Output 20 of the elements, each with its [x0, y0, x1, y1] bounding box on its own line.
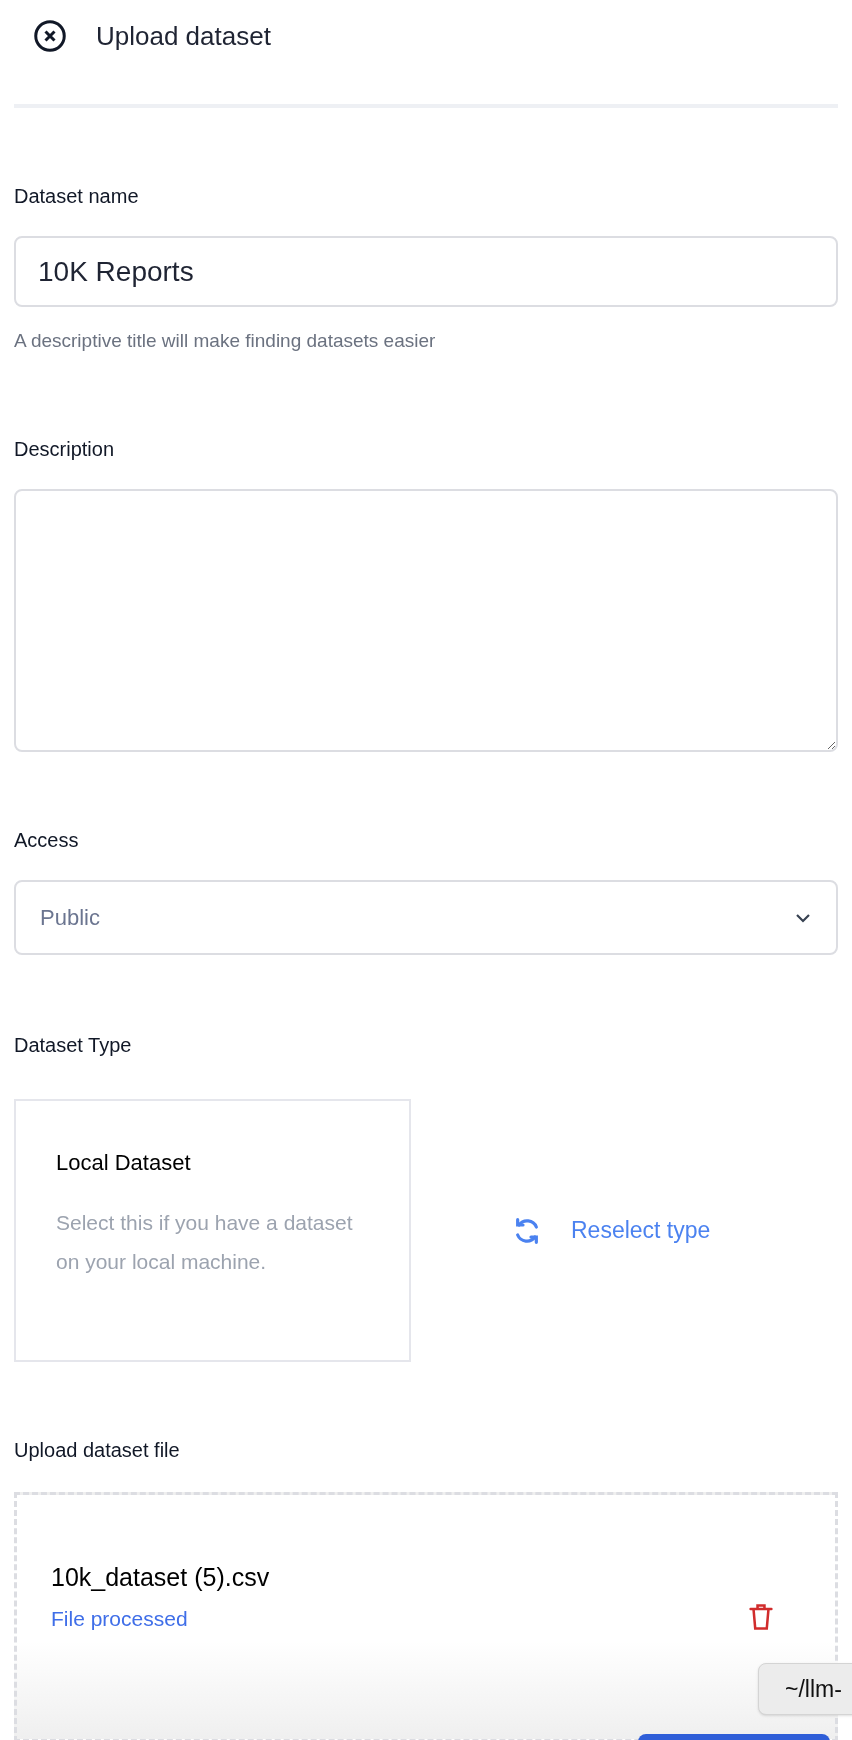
field-label: Description — [14, 437, 116, 461]
field-label: Dataset name — [14, 184, 140, 208]
close-icon[interactable] — [32, 18, 68, 54]
textarea-field[interactable] — [14, 489, 838, 752]
card-description: Select this if you have a dataset on your local machine. — [56, 1210, 354, 1275]
field-label: Upload dataset file — [14, 1438, 181, 1462]
field-label: Access — [14, 828, 80, 852]
file-name: 10k_dataset (5).csv — [51, 1562, 270, 1592]
field-hint: A descriptive title will make finding datasets easier — [14, 329, 437, 353]
input-field[interactable]: 10K Reports — [14, 236, 838, 307]
card-title: Local Dataset — [56, 1149, 192, 1177]
reselect-type-button[interactable]: Reselect type — [511, 1213, 711, 1248]
tooltip: ~/llm- — [758, 1663, 852, 1715]
field-label: Dataset Type — [14, 1033, 133, 1057]
file-status: File processed — [51, 1606, 189, 1632]
dialog-title: Upload dataset — [96, 19, 271, 53]
dataset-type-card[interactable]: Local Dataset Select this if you have a dataset on your local machine. — [14, 1099, 411, 1362]
trash-icon[interactable] — [747, 1602, 775, 1632]
select-field[interactable]: Public — [14, 880, 838, 955]
chevron-down-icon — [794, 911, 812, 924]
